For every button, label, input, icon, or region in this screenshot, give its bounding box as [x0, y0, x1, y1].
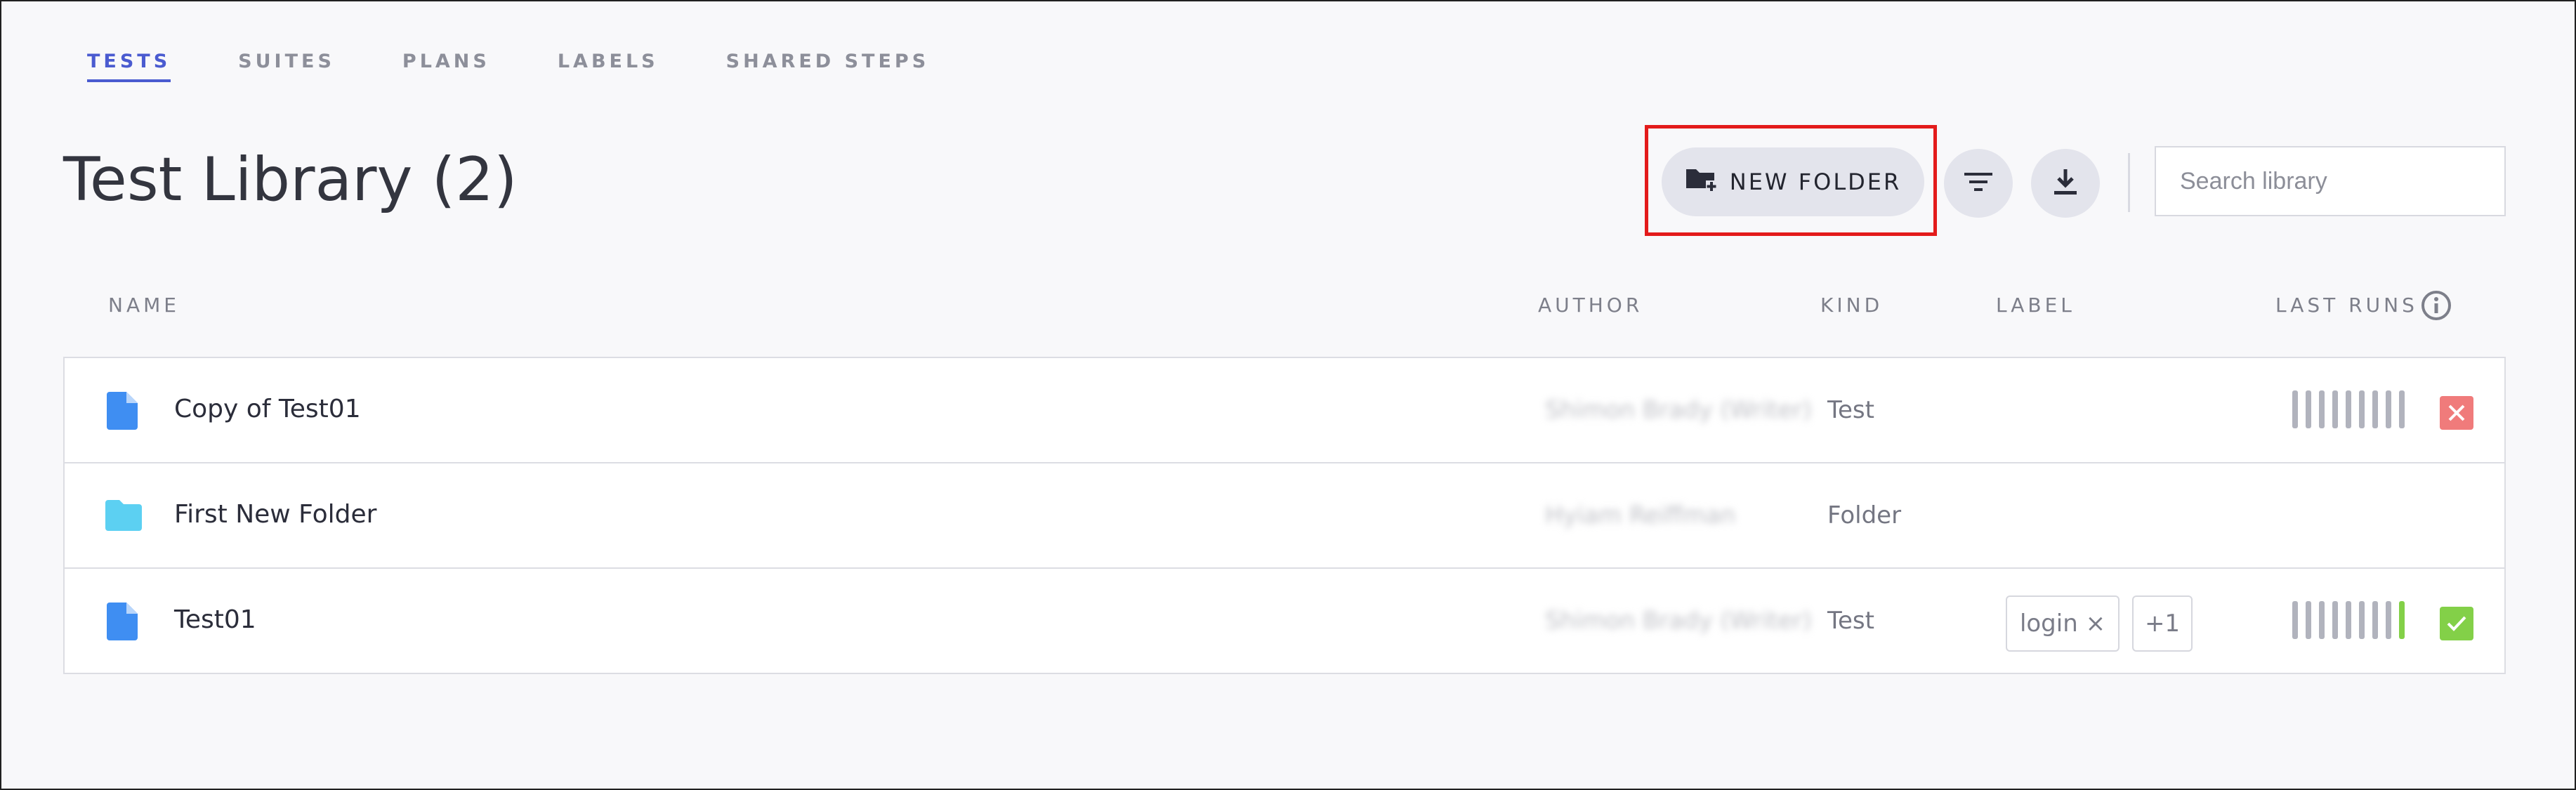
- table-row[interactable]: Copy of Test01 Shimon Brady (Writer) Tes…: [65, 358, 2504, 463]
- tab-bar: TESTS SUITES PLANS LABELS SHARED STEPS: [87, 51, 929, 82]
- last-runs-history: [2292, 390, 2405, 428]
- row-author: Hyiam Reiffman: [1545, 501, 1736, 529]
- highlight-box: [1645, 125, 1937, 236]
- row-name[interactable]: Test01: [174, 605, 256, 634]
- table-row[interactable]: First New Folder Hyiam Reiffman Folder: [65, 463, 2504, 569]
- page-title: Test Library (2): [63, 145, 518, 215]
- row-name[interactable]: First New Folder: [174, 500, 376, 529]
- download-button[interactable]: [2031, 149, 2100, 218]
- column-header-label[interactable]: LABEL: [1996, 294, 2075, 317]
- tab-shared-steps[interactable]: SHARED STEPS: [726, 51, 930, 82]
- row-kind: Folder: [1827, 501, 1902, 529]
- filter-icon: [1964, 171, 1992, 195]
- filter-button[interactable]: [1944, 149, 2013, 218]
- row-kind: Test: [1827, 396, 1874, 424]
- download-icon: [2053, 168, 2078, 199]
- file-icon: [107, 392, 138, 433]
- label-chip-more[interactable]: +1: [2132, 595, 2193, 652]
- toolbar-divider: [2128, 153, 2130, 212]
- tab-plans[interactable]: PLANS: [402, 51, 490, 82]
- test-library-table: Copy of Test01 Shimon Brady (Writer) Tes…: [63, 357, 2506, 674]
- last-runs-history: [2292, 601, 2405, 639]
- column-header-last-runs: LAST RUNS: [2275, 294, 2418, 317]
- pass-icon[interactable]: [2440, 607, 2473, 640]
- info-icon[interactable]: [2420, 289, 2452, 324]
- row-kind: Test: [1827, 607, 1874, 635]
- folder-icon: [105, 497, 142, 535]
- label-chip-login[interactable]: login ×: [2006, 595, 2120, 652]
- row-name[interactable]: Copy of Test01: [174, 395, 361, 423]
- column-header-author[interactable]: AUTHOR: [1538, 294, 1643, 317]
- row-author: Shimon Brady (Writer): [1545, 607, 1812, 635]
- tab-suites[interactable]: SUITES: [238, 51, 335, 82]
- row-author: Shimon Brady (Writer): [1545, 396, 1812, 424]
- search-input[interactable]: [2155, 146, 2506, 216]
- column-header-name[interactable]: NAME: [108, 294, 180, 317]
- tab-labels[interactable]: LABELS: [558, 51, 659, 82]
- tab-tests[interactable]: TESTS: [87, 51, 171, 82]
- file-icon: [107, 603, 138, 643]
- column-header-kind[interactable]: KIND: [1820, 294, 1883, 317]
- fail-icon[interactable]: [2440, 396, 2473, 430]
- table-row[interactable]: Test01 Shimon Brady (Writer) Test login …: [65, 569, 2504, 674]
